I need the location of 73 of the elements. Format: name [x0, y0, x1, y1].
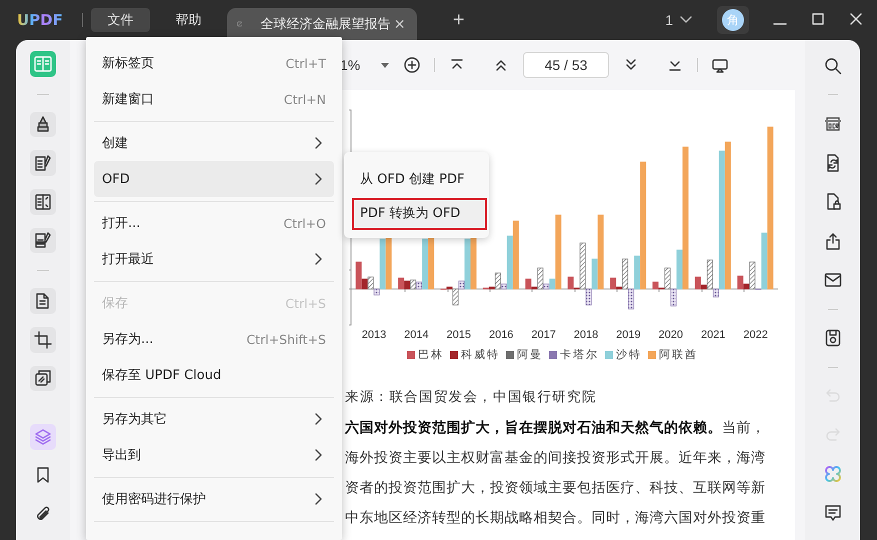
source-note: 来源：联合国贸发会，中国银行研究院: [345, 388, 598, 406]
legend-label: 卡塔尔: [560, 347, 599, 362]
clover-icon: [824, 465, 842, 484]
edit-document-icon: [34, 154, 52, 172]
menu-button[interactable]: 帮助: [158, 8, 218, 32]
tool-button[interactable]: [30, 366, 56, 392]
shortcut-label: Ctrl+T: [286, 56, 326, 70]
axis-label: 2021: [700, 329, 726, 341]
axis-label: 2013: [362, 329, 386, 341]
tool-button[interactable]: [30, 326, 56, 353]
menu-item[interactable]: 打开最近: [94, 241, 334, 277]
tool-button[interactable]: [30, 150, 56, 176]
axis-label: 2018: [574, 329, 598, 341]
form-icon: [34, 192, 52, 211]
layers-icon: [34, 428, 52, 446]
new-tab-button[interactable]: +: [452, 8, 465, 32]
floppy-icon: [824, 329, 842, 348]
close-tab-button[interactable]: ×: [390, 14, 409, 34]
axis-label: 2019: [616, 329, 641, 341]
tool-button[interactable]: [30, 188, 56, 215]
paragraph-line: 六国对外投资范围扩大，旨在摆脱对石油和天然气的依赖。当前，: [345, 420, 766, 436]
menu-item[interactable]: 从 OFD 创建 PDF: [352, 160, 487, 196]
tool-button[interactable]: [30, 228, 56, 254]
shortcut-label: Ctrl+N: [284, 92, 326, 106]
axis-label: 2017: [531, 329, 556, 341]
legend-label: 阿联酋: [659, 347, 698, 362]
menu-item[interactable]: 保存至 UPDF Cloud: [94, 357, 334, 393]
menu-item[interactable]: 另存为... Ctrl+Shift+S: [94, 321, 334, 357]
axis-label: 2016: [488, 329, 514, 341]
menu-item[interactable]: 新标签页 Ctrl+T: [94, 45, 334, 81]
paragraph-line: 海外投资主要以主权财富基金的间接投资形式开展。近年来，海湾: [345, 450, 766, 466]
search-icon: [824, 56, 842, 75]
legend-label: 沙特: [616, 347, 642, 362]
presentation-icon: [712, 57, 728, 73]
menu-item[interactable]: 打开... Ctrl+O: [94, 205, 334, 241]
tool-button[interactable]: [30, 288, 56, 314]
menu-item[interactable]: 导出到: [94, 437, 334, 473]
menu-item[interactable]: 另存为其它: [94, 401, 334, 437]
document-tab[interactable]: 全球经济金融展望报告 ×: [226, 8, 417, 40]
zoom-level[interactable]: 1%: [340, 57, 364, 73]
crop-icon: [34, 330, 52, 349]
shortcut-label: Ctrl+Shift+S: [246, 332, 326, 346]
book-icon: [34, 54, 52, 73]
ocr-icon: [824, 114, 842, 133]
axis-label: 2022: [743, 329, 768, 341]
legend-label: 巴林: [418, 347, 444, 362]
presentation-button[interactable]: [712, 57, 728, 73]
copy-icon: [34, 369, 52, 388]
legend-label: 阿曼: [517, 347, 543, 362]
axis-label: 2014: [404, 329, 429, 341]
menu-item[interactable]: 新建窗口 Ctrl+N: [94, 81, 334, 117]
paragraph-line: 中东地区经济转型的长期战略相契合。同时，海湾六国对外投资重: [345, 510, 766, 526]
mail-icon: [824, 270, 842, 289]
legend-label: 科威特: [461, 347, 500, 362]
caret-down-icon: [380, 61, 390, 69]
comment-icon: [824, 504, 842, 522]
tab-title: 全球经济金融展望报告: [260, 15, 390, 33]
paragraph-line: 资者的投资范围扩大，投资领域主要包括医疗、科技、互联网等新: [345, 480, 766, 496]
axis-label: 2015: [446, 329, 472, 341]
shortcut-label: Ctrl+O: [283, 216, 326, 230]
axis-label: 2020: [658, 329, 684, 341]
page-number-field[interactable]: 45 / 53: [523, 52, 609, 78]
menu-item[interactable]: 创建: [94, 125, 334, 161]
signature-icon: [34, 231, 52, 250]
window-count[interactable]: 1: [665, 12, 673, 28]
menu-item[interactable]: OFD: [94, 161, 334, 197]
zoom-in-icon: [404, 57, 420, 73]
menu-item[interactable]: PDF 转换为 OFD: [352, 198, 487, 230]
zoom-in-button[interactable]: [404, 57, 420, 73]
menu-item[interactable]: 使用密码进行保护: [94, 481, 334, 517]
share-icon: [824, 232, 842, 250]
tool-button[interactable]: [30, 112, 56, 138]
menu-button[interactable]: 文件: [90, 8, 150, 32]
